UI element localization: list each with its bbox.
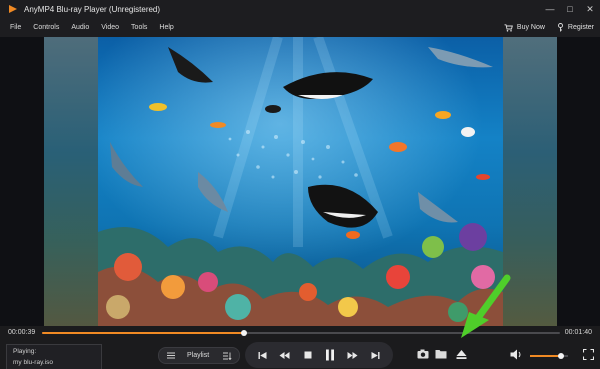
volume-level [530, 355, 562, 357]
open-folder-icon[interactable] [434, 347, 448, 361]
menu-audio[interactable]: Audio [71, 24, 89, 31]
register-label: Register [567, 24, 594, 31]
annotation-arrow-icon [461, 274, 511, 338]
menu-help[interactable]: Help [159, 24, 173, 31]
skip-next-icon[interactable] [367, 346, 385, 364]
underwater-scene-image [98, 37, 503, 326]
menu-bar: File Controls Audio Video Tools Help Buy… [0, 18, 600, 37]
menu-file[interactable]: File [10, 24, 21, 31]
window-title: AnyMP4 Blu-ray Player (Unregistered) [24, 4, 161, 14]
minimize-icon[interactable]: — [540, 0, 560, 18]
now-playing-label: Playing: [13, 348, 37, 355]
current-time: 00:00:39 [8, 329, 36, 336]
window-controls: — □ ✕ [540, 0, 600, 18]
playlist-button[interactable]: Playlist [158, 347, 240, 364]
blurred-video-fill-left [44, 37, 98, 326]
rewind-icon[interactable] [276, 346, 294, 364]
volume-handle[interactable] [558, 353, 565, 359]
skip-previous-icon[interactable] [253, 346, 271, 364]
seek-bar-handle[interactable] [241, 330, 248, 336]
now-playing-panel: Playing: my blu-ray.iso [6, 344, 102, 369]
total-time: 00:01:40 [564, 329, 592, 336]
buy-now-label: Buy Now [516, 24, 545, 31]
seek-bar-progress [42, 332, 245, 334]
menu-tools[interactable]: Tools [131, 24, 147, 31]
buy-now-button[interactable]: Buy Now [504, 23, 545, 32]
sort-list-icon[interactable] [223, 352, 232, 360]
volume-icon[interactable] [509, 347, 523, 361]
menu-video[interactable]: Video [101, 24, 119, 31]
list-icon [167, 352, 175, 359]
cart-icon [504, 23, 513, 32]
transport-controls [245, 342, 393, 368]
video-frame[interactable] [98, 37, 503, 326]
menu-controls[interactable]: Controls [33, 24, 59, 31]
controls-bar: Playing: my blu-ray.iso Playlist [0, 274, 600, 369]
playlist-label: Playlist [187, 352, 210, 359]
stop-icon[interactable] [299, 346, 317, 364]
key-icon [557, 23, 563, 32]
fullscreen-icon[interactable] [581, 347, 595, 361]
volume-slider[interactable] [530, 353, 568, 359]
maximize-icon[interactable]: □ [560, 0, 580, 18]
app-logo-icon [9, 5, 17, 13]
register-button[interactable]: Register [557, 23, 594, 32]
now-playing-file: my blu-ray.iso [13, 359, 53, 366]
close-icon[interactable]: ✕ [580, 0, 600, 18]
title-bar: AnyMP4 Blu-ray Player (Unregistered) — □… [0, 0, 600, 18]
pause-icon[interactable] [321, 346, 339, 364]
fast-forward-icon[interactable] [344, 346, 362, 364]
snapshot-icon[interactable] [416, 347, 430, 361]
